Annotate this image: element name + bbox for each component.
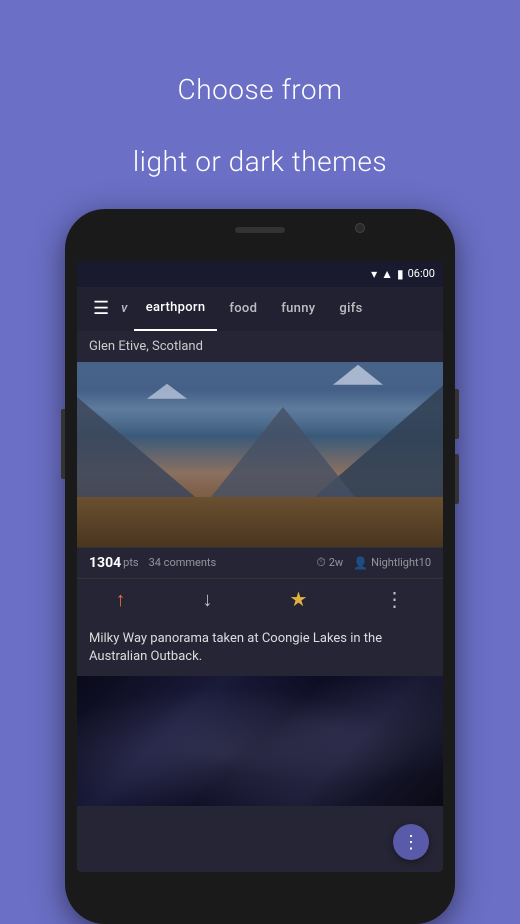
post1-time: ⏱ 2w bbox=[316, 555, 343, 570]
headline-line2: light or dark themes bbox=[133, 144, 387, 180]
post-card-2: Milky Way panorama taken at Coongie Lake… bbox=[77, 620, 443, 872]
post2-image bbox=[77, 676, 443, 806]
tab-earthporn[interactable]: earthporn bbox=[134, 287, 218, 331]
side-button-right1 bbox=[455, 389, 459, 439]
post1-image bbox=[77, 362, 443, 547]
phone-mockup: ▾ ▲ ▮ 06:00 ☰ v earthporn food funny gif… bbox=[65, 209, 455, 924]
toolbar: ☰ v earthporn food funny gifs bbox=[77, 287, 443, 331]
post2-title: Milky Way panorama taken at Coongie Lake… bbox=[77, 620, 443, 676]
status-time: 06:00 bbox=[408, 267, 435, 280]
phone-screen: ▾ ▲ ▮ 06:00 ☰ v earthporn food funny gif… bbox=[77, 261, 443, 872]
headline-line1: Choose from bbox=[133, 72, 387, 108]
headline: Choose from light or dark themes bbox=[133, 36, 387, 181]
mountain-left bbox=[77, 397, 207, 507]
post-card-1: Glen Etive, Scotland 1304 pts 34 comment… bbox=[77, 331, 443, 578]
post1-meta: 1304 pts 34 comments ⏱ 2w 👤 Nightlight10 bbox=[77, 547, 443, 578]
post1-meta-right: ⏱ 2w 👤 Nightlight10 bbox=[316, 555, 431, 570]
clock-icon: ⏱ bbox=[316, 555, 325, 570]
post1-comments: 34 comments bbox=[149, 556, 217, 569]
tab-v[interactable]: v bbox=[117, 287, 134, 331]
camera-dot bbox=[355, 223, 365, 233]
hamburger-button[interactable]: ☰ bbox=[85, 292, 117, 325]
battery-icon: ▮ bbox=[397, 267, 404, 281]
tab-food[interactable]: food bbox=[217, 287, 269, 331]
signal-icon: ▲ bbox=[381, 267, 393, 281]
post1-points-label: pts bbox=[123, 556, 138, 569]
ground-overlay bbox=[77, 497, 443, 547]
more-button[interactable]: ⋮ bbox=[368, 581, 420, 617]
upvote-button[interactable]: ↑ bbox=[100, 581, 142, 618]
mountain-center bbox=[203, 407, 363, 507]
status-bar-right: ▾ ▲ ▮ 06:00 bbox=[371, 267, 435, 281]
action-bar: ↑ ↓ ★ ⋮ bbox=[77, 578, 443, 620]
post1-title: Glen Etive, Scotland bbox=[77, 331, 443, 362]
tab-gifs[interactable]: gifs bbox=[327, 287, 374, 331]
milkyway-overlay bbox=[77, 676, 443, 806]
post1-points: 1304 bbox=[89, 555, 121, 571]
status-bar: ▾ ▲ ▮ 06:00 bbox=[77, 261, 443, 287]
tab-funny[interactable]: funny bbox=[269, 287, 327, 331]
tabs-container: v earthporn food funny gifs bbox=[117, 287, 435, 331]
star-button[interactable]: ★ bbox=[274, 581, 324, 617]
side-button-left bbox=[61, 409, 65, 479]
fab-button[interactable]: ⋮ bbox=[393, 824, 429, 860]
user-icon: 👤 bbox=[353, 556, 368, 570]
post1-user: 👤 Nightlight10 bbox=[353, 556, 431, 570]
downvote-button[interactable]: ↓ bbox=[187, 581, 229, 618]
wifi-icon: ▾ bbox=[371, 267, 377, 281]
side-button-right2 bbox=[455, 454, 459, 504]
